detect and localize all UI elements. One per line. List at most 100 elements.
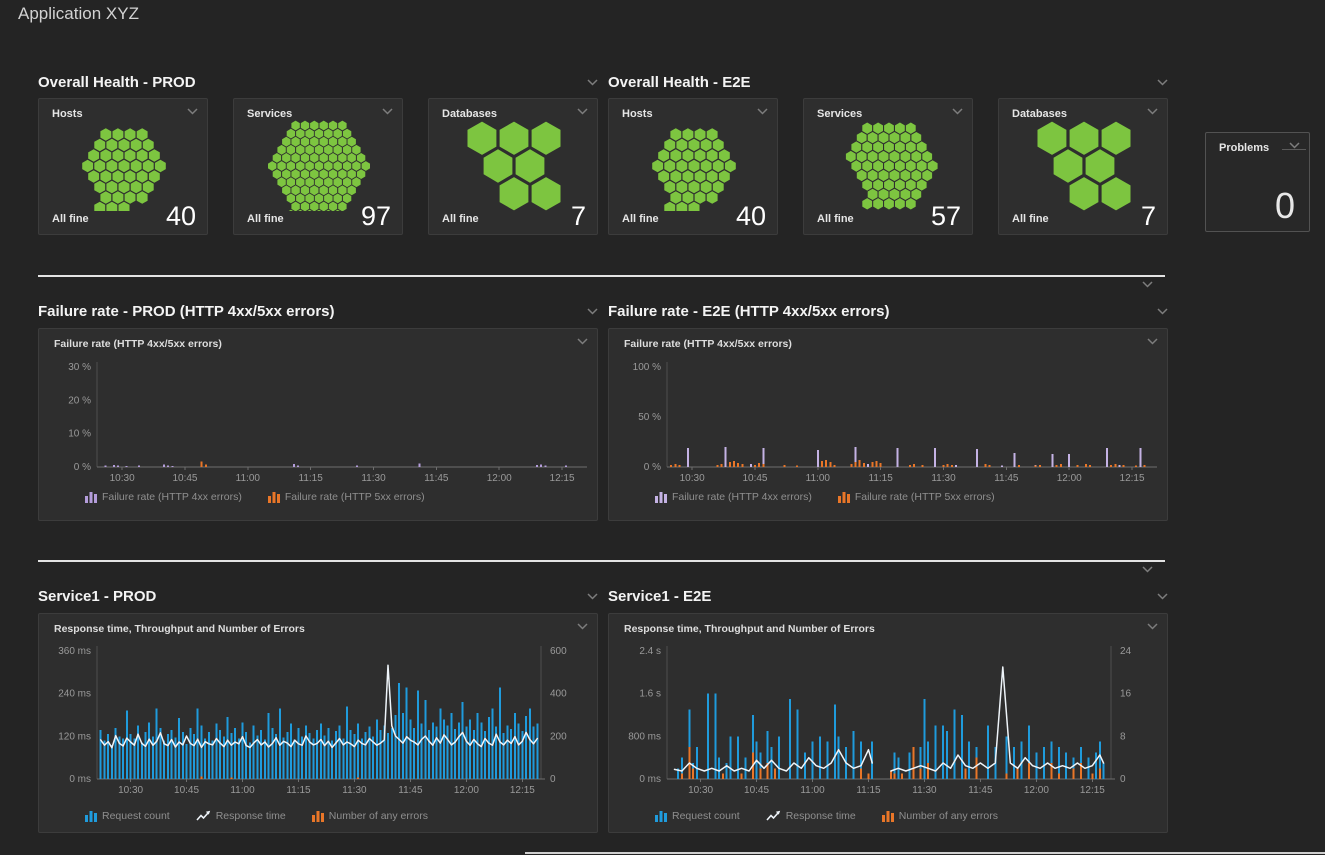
problems-count: 0 <box>1275 185 1295 227</box>
honeycomb-chart[interactable] <box>609 119 779 211</box>
svg-text:11:15: 11:15 <box>856 785 881 796</box>
svg-text:0: 0 <box>550 774 556 785</box>
legend-item[interactable]: Number of any errors <box>882 810 998 822</box>
chevron-down-icon[interactable] <box>1157 79 1168 86</box>
chevron-down-icon[interactable] <box>577 108 588 115</box>
legend-label: Response time <box>216 810 286 822</box>
chevron-down-icon[interactable] <box>1142 566 1153 573</box>
honeycomb-chart[interactable] <box>234 119 404 211</box>
svg-text:8: 8 <box>1120 731 1126 742</box>
service-chart-e2e[interactable]: 0 ms800 ms1.6 s2.4 s08162410:3010:4511:0… <box>617 641 1161 805</box>
section-header-service1-e2e: Service1 - E2E <box>608 586 1168 606</box>
health-tile-hosts-prod[interactable]: Hosts All fine 40 <box>38 98 208 235</box>
legend-item[interactable]: Failure rate (HTTP 5xx errors) <box>268 491 425 503</box>
chevron-down-icon[interactable] <box>1142 281 1153 288</box>
failure-rate-tile-e2e[interactable]: Failure rate (HTTP 4xx/5xx errors) 0 % 50… <box>608 328 1168 521</box>
chevron-down-icon[interactable] <box>1147 338 1158 345</box>
legend-label: Failure rate (HTTP 5xx errors) <box>855 491 995 503</box>
svg-text:0 %: 0 % <box>644 462 661 473</box>
honeycomb-chart[interactable] <box>804 119 974 211</box>
legend-label: Number of any errors <box>329 810 428 822</box>
bar-series-icon <box>85 810 97 822</box>
chevron-down-icon[interactable] <box>587 308 598 315</box>
legend-item[interactable]: Failure rate (HTTP 5xx errors) <box>838 491 995 503</box>
failure-rate-chart-prod[interactable]: 0 %10 %20 %30 %10:3010:4511:0011:1511:30… <box>47 357 591 509</box>
svg-text:10:45: 10:45 <box>742 473 767 484</box>
chevron-down-icon[interactable] <box>587 79 598 86</box>
svg-text:50 %: 50 % <box>638 412 661 423</box>
svg-text:12:00: 12:00 <box>1024 785 1049 796</box>
health-tile-services-prod[interactable]: Services All fine 97 <box>233 98 403 235</box>
chevron-down-icon[interactable] <box>187 108 198 115</box>
svg-text:11:00: 11:00 <box>800 785 825 796</box>
section-divider <box>38 560 1165 562</box>
chevron-down-icon[interactable] <box>1147 623 1158 630</box>
legend-item[interactable]: Failure rate (HTTP 4xx errors) <box>85 491 242 503</box>
svg-text:11:15: 11:15 <box>299 473 324 484</box>
legend-item[interactable]: Request count <box>85 810 170 822</box>
line-series-icon <box>196 810 211 822</box>
legend-item[interactable]: Number of any errors <box>312 810 428 822</box>
chart-legend: Failure rate (HTTP 4xx errors) Failure r… <box>655 491 995 503</box>
honeycomb-chart[interactable] <box>999 119 1169 211</box>
section-header-failure-e2e: Failure rate - E2E (HTTP 4xx/5xx errors) <box>608 301 1168 321</box>
problems-tile[interactable]: Problems 0 <box>1205 132 1310 232</box>
chevron-down-icon[interactable] <box>1289 142 1300 149</box>
honeycomb-chart[interactable] <box>429 119 599 211</box>
svg-text:0 ms: 0 ms <box>69 774 91 785</box>
bar-series-icon <box>655 810 667 822</box>
svg-text:600: 600 <box>550 646 567 657</box>
entity-count: 40 <box>166 201 196 232</box>
svg-text:11:15: 11:15 <box>869 473 894 484</box>
chart-legend: Failure rate (HTTP 4xx errors) Failure r… <box>85 491 425 503</box>
bar-series-icon <box>655 491 667 503</box>
status-text: All fine <box>442 213 479 225</box>
svg-text:12:00: 12:00 <box>487 473 512 484</box>
chevron-down-icon[interactable] <box>1147 108 1158 115</box>
chevron-down-icon[interactable] <box>587 593 598 600</box>
svg-text:0: 0 <box>1120 774 1126 785</box>
svg-text:12:15: 12:15 <box>1080 785 1105 796</box>
failure-rate-chart-e2e[interactable]: 0 %50 %100 %10:3010:4511:0011:1511:3011:… <box>617 357 1161 509</box>
svg-text:120 ms: 120 ms <box>58 731 91 742</box>
section-title: Overall Health - E2E <box>608 74 751 91</box>
svg-text:10:30: 10:30 <box>688 785 713 796</box>
chevron-down-icon[interactable] <box>952 108 963 115</box>
service-chart-prod[interactable]: 0 ms120 ms240 ms360 ms020040060010:3010:… <box>47 641 591 805</box>
chart-title: Failure rate (HTTP 4xx/5xx errors) <box>624 338 792 350</box>
entity-count: 97 <box>361 201 391 232</box>
chevron-down-icon[interactable] <box>577 623 588 630</box>
chart-title: Response time, Throughput and Number of … <box>54 623 305 635</box>
legend-item[interactable]: Failure rate (HTTP 4xx errors) <box>655 491 812 503</box>
status-text: All fine <box>52 213 89 225</box>
service-chart-tile-prod[interactable]: Response time, Throughput and Number of … <box>38 613 598 833</box>
entity-count: 7 <box>1141 201 1156 232</box>
chevron-down-icon[interactable] <box>382 108 393 115</box>
health-tile-hosts-e2e[interactable]: Hosts All fine 40 <box>608 98 778 235</box>
svg-text:11:30: 11:30 <box>912 785 937 796</box>
chevron-down-icon[interactable] <box>757 108 768 115</box>
svg-text:11:30: 11:30 <box>342 785 367 796</box>
legend-label: Number of any errors <box>899 810 998 822</box>
health-tile-databases-e2e[interactable]: Databases All fine 7 <box>998 98 1168 235</box>
service-chart-tile-e2e[interactable]: Response time, Throughput and Number of … <box>608 613 1168 833</box>
section-divider <box>38 275 1165 277</box>
chevron-down-icon[interactable] <box>1157 593 1168 600</box>
health-tile-databases-prod[interactable]: Databases All fine 7 <box>428 98 598 235</box>
svg-text:16: 16 <box>1120 689 1132 700</box>
legend-item[interactable]: Response time <box>766 810 856 822</box>
bar-series-icon <box>85 491 97 503</box>
svg-text:12:15: 12:15 <box>510 785 535 796</box>
legend-item[interactable]: Response time <box>196 810 286 822</box>
chevron-down-icon[interactable] <box>577 338 588 345</box>
section-header-overall-health-prod: Overall Health - PROD <box>38 72 598 92</box>
chevron-down-icon[interactable] <box>1157 308 1168 315</box>
svg-text:100 %: 100 % <box>633 362 661 373</box>
legend-label: Request count <box>102 810 170 822</box>
honeycomb-chart[interactable] <box>39 119 209 211</box>
legend-item[interactable]: Request count <box>655 810 740 822</box>
bar-series-icon <box>882 810 894 822</box>
failure-rate-tile-prod[interactable]: Failure rate (HTTP 4xx/5xx errors) 0 %10… <box>38 328 598 521</box>
svg-text:2.4 s: 2.4 s <box>639 646 661 657</box>
health-tile-services-e2e[interactable]: Services All fine 57 <box>803 98 973 235</box>
